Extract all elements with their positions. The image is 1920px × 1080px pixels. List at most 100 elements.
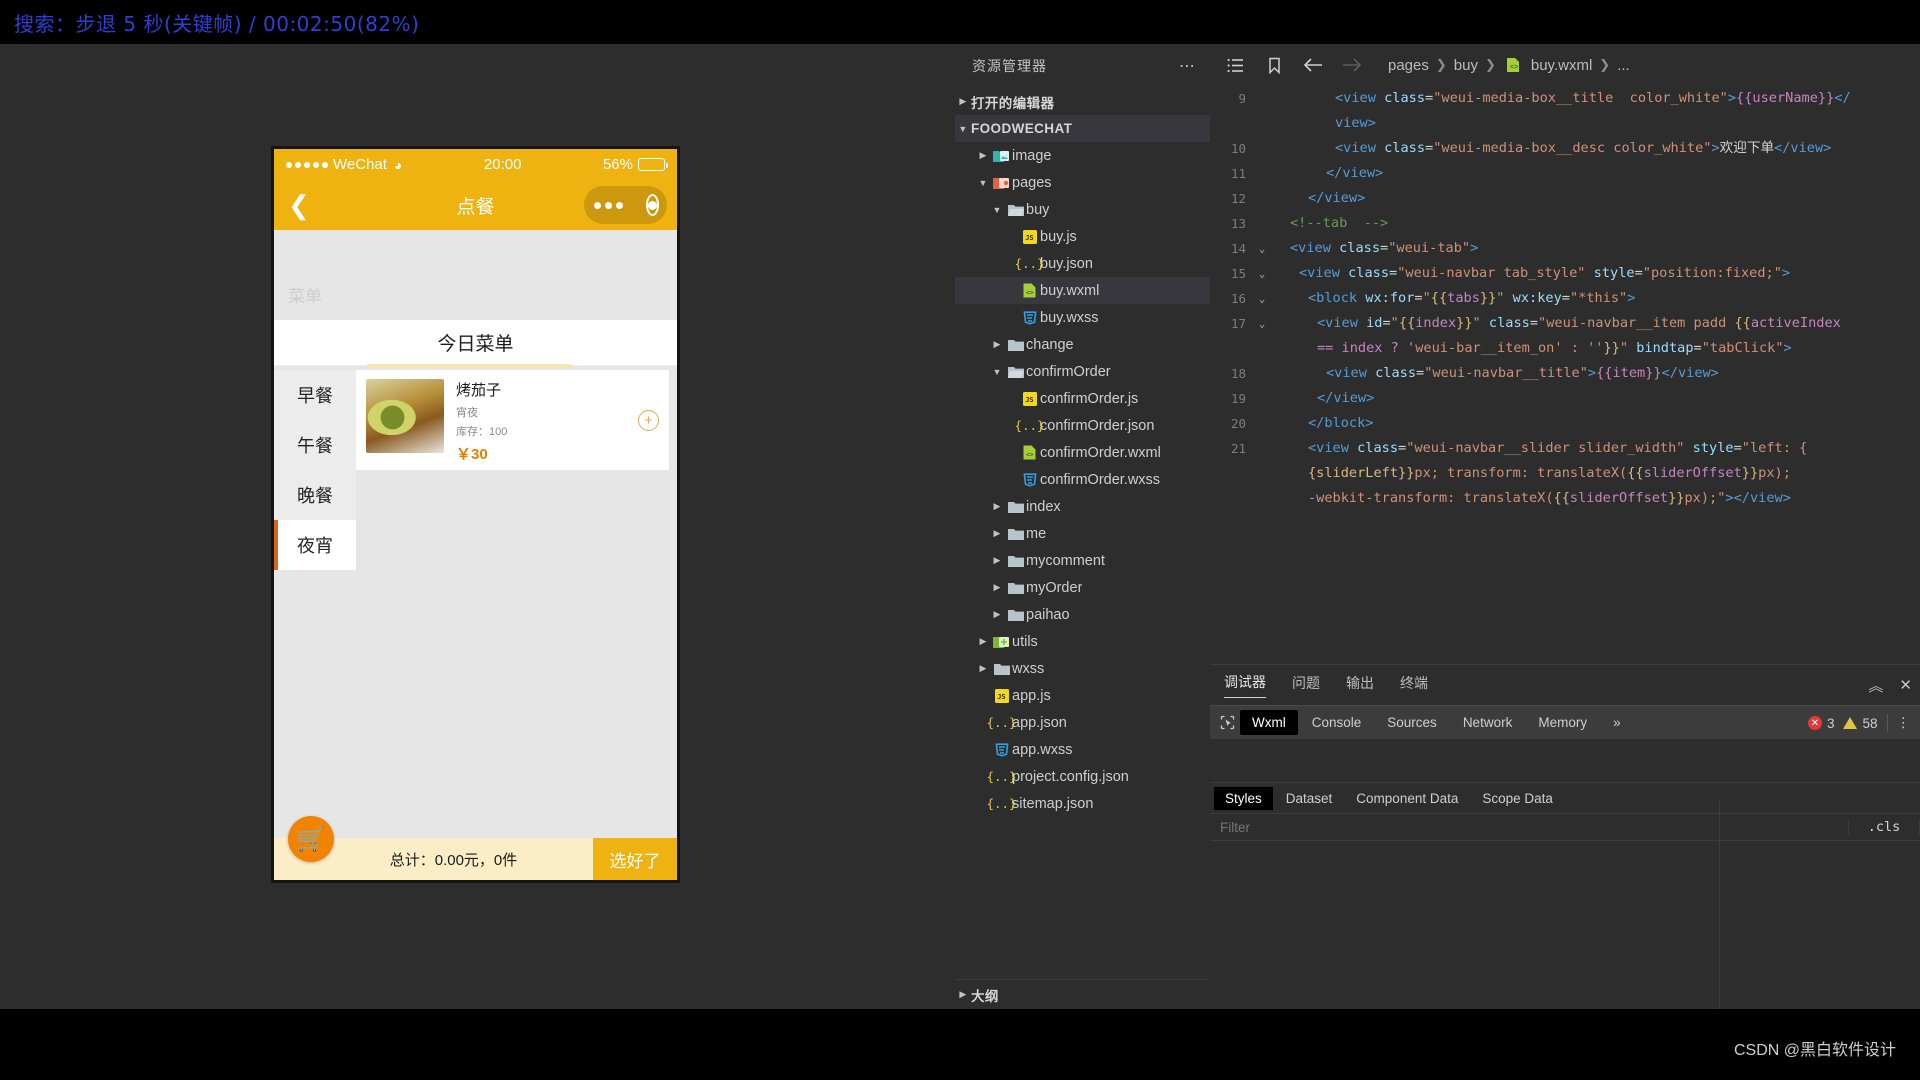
tree-item-pages[interactable]: ▼ pages	[955, 169, 1210, 196]
code-line[interactable]: -webkit-transform: translateX({{sliderOf…	[1210, 486, 1920, 511]
tree-item-buy-wxss[interactable]: ▶buy.wxss	[955, 304, 1210, 331]
breadcrumb-item-file[interactable]: buy.wxml	[1531, 57, 1592, 74]
panel-tab-output[interactable]: 输出	[1346, 673, 1374, 698]
panel-tab-problems[interactable]: 问题	[1292, 673, 1320, 698]
outline-section[interactable]: ▶ 大纲	[955, 979, 1210, 1009]
target-icon[interactable]	[645, 194, 659, 216]
category-tab-dinner[interactable]: 晚餐	[274, 470, 356, 520]
bookmark-icon[interactable]	[1263, 54, 1285, 76]
tree-item-mycomment[interactable]: ▶ mycomment	[955, 547, 1210, 574]
wechat-capsule[interactable]	[584, 186, 667, 224]
error-badge[interactable]: ✕ 3	[1807, 716, 1834, 731]
confirm-order-button[interactable]: 选好了	[593, 838, 677, 880]
tree-item-confirmOrder-js[interactable]: ▶JSconfirmOrder.js	[955, 385, 1210, 412]
code-line[interactable]: 21 <view class="weui-navbar__slider slide…	[1210, 436, 1920, 461]
chevron-up-icon[interactable]: ︽	[1868, 675, 1883, 696]
tree-item-buy[interactable]: ▼ buy	[955, 196, 1210, 223]
chevron-left-icon[interactable]: ❮	[288, 192, 310, 218]
code-line[interactable]: 16 ⌄ <block wx:for="{{tabs}}" wx:key="*thi…	[1210, 286, 1920, 311]
breadcrumb-item-more[interactable]: ...	[1617, 57, 1630, 74]
close-icon[interactable]: ✕	[1899, 676, 1912, 694]
cursor-select-icon[interactable]	[1216, 712, 1238, 734]
breadcrumb-item-pages[interactable]: pages	[1388, 57, 1429, 74]
tree-item-confirmOrder-json[interactable]: ▶{..}confirmOrder.json	[955, 412, 1210, 439]
fold-chevron-icon[interactable]: ⌄	[1252, 286, 1272, 311]
code-line[interactable]: 14 ⌄ <view class="weui-tab">	[1210, 236, 1920, 261]
arrow-right-icon[interactable]	[1341, 54, 1363, 76]
file-tree: ▶image▼pages▼buy▶JSbuy.js▶{..}buy.json▶<…	[955, 142, 1210, 817]
tree-item-project-config-json[interactable]: ▶{..}project.config.json	[955, 763, 1210, 790]
code-line[interactable]: 11 </view>	[1210, 161, 1920, 186]
code-line[interactable]: 9 <view class="weui-media-box__title colo…	[1210, 86, 1920, 111]
category-tab-lunch[interactable]: 午餐	[274, 420, 356, 470]
fold-chevron-icon[interactable]: ⌄	[1252, 311, 1272, 336]
ellipsis-icon[interactable]	[582, 201, 635, 209]
code-line[interactable]: 15 ⌄ <view class="weui-navbar tab_style" s…	[1210, 261, 1920, 286]
tree-item-me[interactable]: ▶ me	[955, 520, 1210, 547]
tree-item-confirmOrder-wxml[interactable]: ▶<>confirmOrder.wxml	[955, 439, 1210, 466]
chevron-double-right-icon[interactable]: »	[1601, 710, 1633, 735]
code-text: </view>	[1308, 190, 1366, 206]
code-line[interactable]: 20 </block>	[1210, 411, 1920, 436]
code-line[interactable]: 10 <view class="weui-media-box__desc colo…	[1210, 136, 1920, 161]
code-line[interactable]: view>	[1210, 111, 1920, 136]
styles-rules-pane[interactable]	[1210, 801, 1720, 1009]
dish-card[interactable]: 烤茄子 宵夜 库存：100 ￥30 +	[356, 370, 669, 470]
tree-item-label: confirmOrder.json	[1040, 417, 1155, 434]
tree-item-app-js[interactable]: ▶JSapp.js	[955, 682, 1210, 709]
code-editor: pages ❯ buy ❯ <> buy.wxml ❯ ... 9 <view c…	[1210, 44, 1920, 664]
code-text: <!--tab -->	[1290, 215, 1389, 231]
category-tab-latenight[interactable]: 夜宵	[274, 520, 356, 570]
more-vertical-icon[interactable]: ⋮	[1897, 715, 1911, 731]
tree-item-change[interactable]: ▶ change	[955, 331, 1210, 358]
devtool-tab-memory[interactable]: Memory	[1526, 710, 1599, 735]
code-area[interactable]: 9 <view class="weui-media-box__title colo…	[1210, 86, 1920, 664]
warning-badge[interactable]: 58	[1843, 716, 1878, 731]
js-icon: JS	[991, 688, 1012, 703]
code-line[interactable]: {sliderLeft}}px; transform: translateX({…	[1210, 461, 1920, 486]
dish-price: ￥30	[456, 446, 488, 463]
code-line[interactable]: 18 <view class="weui-navbar__title">{{ite…	[1210, 361, 1920, 386]
breadcrumb-item-buy[interactable]: buy	[1454, 57, 1478, 74]
category-tab-breakfast[interactable]: 早餐	[274, 370, 356, 420]
plus-circle-icon[interactable]: +	[638, 409, 659, 431]
tree-item-app-wxss[interactable]: ▶app.wxss	[955, 736, 1210, 763]
tree-item-buy-wxml[interactable]: ▶<>buy.wxml	[955, 277, 1210, 304]
tree-item-confirmOrder[interactable]: ▼ confirmOrder	[955, 358, 1210, 385]
open-editors-section[interactable]: ▶ 打开的编辑器	[955, 88, 1210, 115]
devtool-tab-wxml[interactable]: Wxml	[1240, 710, 1298, 735]
ellipsis-icon[interactable]: ⋯	[1179, 56, 1197, 76]
devtool-tab-console[interactable]: Console	[1300, 710, 1374, 735]
line-number: 17	[1230, 316, 1246, 331]
list-icon[interactable]	[1224, 54, 1246, 76]
tree-item-index[interactable]: ▶ index	[955, 493, 1210, 520]
tree-item-confirmOrder-wxss[interactable]: ▶confirmOrder.wxss	[955, 466, 1210, 493]
tree-item-myOrder[interactable]: ▶ myOrder	[955, 574, 1210, 601]
tree-item-buy-js[interactable]: ▶JSbuy.js	[955, 223, 1210, 250]
tree-item-sitemap-json[interactable]: ▶{..}sitemap.json	[955, 790, 1210, 817]
fold-chevron-icon[interactable]: ⌄	[1252, 236, 1272, 261]
devtool-tab-sources[interactable]: Sources	[1375, 710, 1449, 735]
devtool-tab-network[interactable]: Network	[1451, 710, 1525, 735]
tree-item-image[interactable]: ▶ image	[955, 142, 1210, 169]
styles-sidebar-pane[interactable]	[1720, 801, 1920, 1009]
arrow-left-icon[interactable]	[1302, 54, 1324, 76]
tree-item-wxss[interactable]: ▶ wxss	[955, 655, 1210, 682]
code-line[interactable]: == index ? 'weui-bar__item_on' : ''}}" b…	[1210, 336, 1920, 361]
shopping-cart-icon[interactable]: 🛒	[288, 816, 334, 862]
tree-item-paihao[interactable]: ▶ paihao	[955, 601, 1210, 628]
code-line[interactable]: 17 ⌄ <view id="{{index}}" class="weui-navb…	[1210, 311, 1920, 336]
code-line[interactable]: 13 <!--tab -->	[1210, 211, 1920, 236]
code-line[interactable]: 19 </view>	[1210, 386, 1920, 411]
dom-tree-area[interactable]	[1210, 739, 1920, 783]
fold-chevron-icon[interactable]: ⌄	[1252, 261, 1272, 286]
panel-tab-terminal[interactable]: 终端	[1400, 673, 1428, 698]
project-root-section[interactable]: ▼ FOODWECHAT	[955, 115, 1210, 142]
tree-item-label: confirmOrder	[1026, 363, 1111, 380]
code-line[interactable]: 12 </view>	[1210, 186, 1920, 211]
tree-item-buy-json[interactable]: ▶{..}buy.json	[955, 250, 1210, 277]
svg-text:<>: <>	[1026, 290, 1034, 297]
tree-item-app-json[interactable]: ▶{..}app.json	[955, 709, 1210, 736]
tree-item-utils[interactable]: ▶ utils	[955, 628, 1210, 655]
panel-tab-debugger[interactable]: 调试器	[1224, 672, 1266, 698]
